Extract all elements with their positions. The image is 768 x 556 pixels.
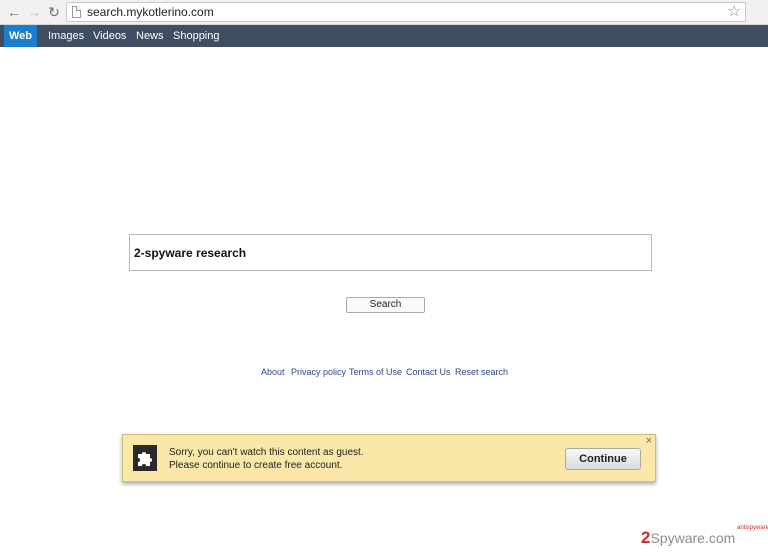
search-query-text: 2-spyware research [134,246,247,260]
star-icon[interactable]: ☆ [728,3,741,21]
footer-link-contact[interactable]: Contact Us [406,367,451,377]
footer-link-privacy[interactable]: Privacy policy [291,367,346,377]
watermark-badge: antispyware [737,525,768,531]
watermark-brand: Spyware [650,530,705,546]
page-icon [72,6,81,18]
url-text[interactable]: search.mykotlerino.com [87,5,214,20]
watermark-logo: 2Spyware.com antispyware [641,525,768,548]
back-arrow-icon[interactable]: ← [6,4,22,20]
address-bar[interactable]: search.mykotlerino.com ☆ [66,2,746,22]
forward-arrow-icon[interactable]: → [26,4,42,20]
tab-web[interactable]: Web [4,25,38,47]
tab-videos[interactable]: Videos [93,25,126,47]
tab-images[interactable]: Images [48,25,84,47]
tab-shopping[interactable]: Shopping [173,25,220,47]
search-button[interactable]: Search [346,297,425,313]
search-nav-bar: Web Images Videos News Shopping [0,25,768,47]
search-input[interactable]: 2-spyware research [129,234,652,271]
guest-notice-popup: Sorry, you can't watch this content as g… [122,434,656,482]
footer-link-reset[interactable]: Reset search [455,367,508,377]
tab-news[interactable]: News [136,25,164,47]
popup-message-line1: Sorry, you can't watch this content as g… [169,447,364,458]
close-icon[interactable]: × [646,435,652,447]
browser-toolbar: ← → ↻ search.mykotlerino.com ☆ [0,0,768,25]
reload-icon[interactable]: ↻ [46,4,62,20]
popup-message-line2: Please continue to create free account. [169,460,343,471]
footer-link-terms[interactable]: Terms of Use [349,367,402,377]
puzzle-icon [133,445,157,471]
footer-link-about[interactable]: About [261,367,285,377]
continue-button[interactable]: Continue [565,448,641,470]
watermark-tld: .com [704,530,736,546]
